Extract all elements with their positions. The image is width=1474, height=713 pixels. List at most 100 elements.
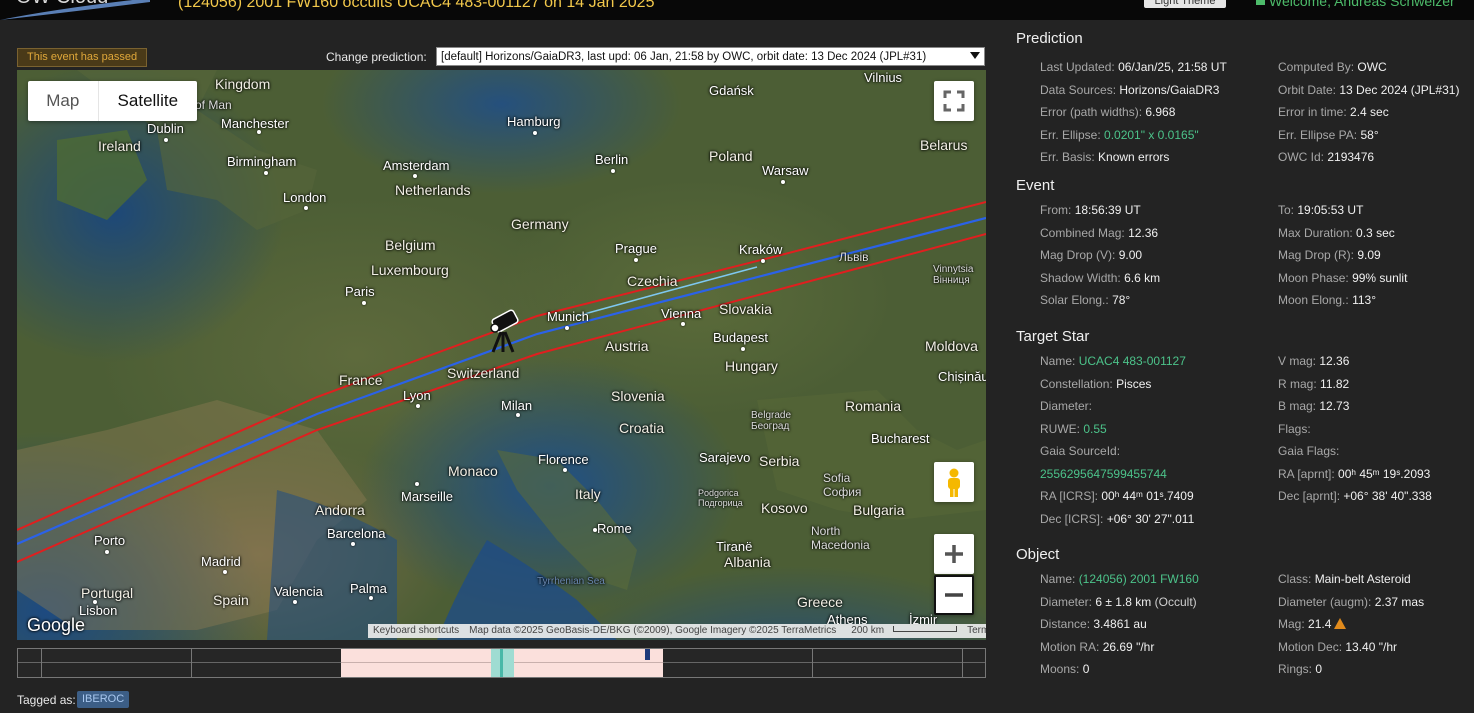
place-label: Belarus [920, 137, 968, 153]
prediction-select-value: [default] Horizons/GaiaDR3, last upd: 06… [441, 51, 927, 63]
light-theme-button[interactable]: Light Theme [1144, 0, 1226, 8]
place-label: Valencia [274, 584, 323, 599]
terms-link[interactable]: Terms [962, 624, 986, 638]
city-dot [223, 570, 227, 574]
ra-icrs: RA [ICRS]: 00ʰ 44ᵐ 01ˢ.7409 [1040, 489, 1194, 503]
place-label: Albania [724, 554, 771, 570]
timeline-tick [41, 649, 42, 677]
city-dot [415, 482, 419, 486]
place-label: Chișinău [938, 369, 986, 384]
owc-id: OWC Id: 2193476 [1278, 150, 1375, 164]
dec-icrs: Dec [ICRS]: +06° 30' 27".011 [1040, 512, 1195, 526]
map-attribution: Keyboard shortcuts Map data ©2025 GeoBas… [368, 624, 986, 638]
city-dot [563, 468, 567, 472]
map-data-attribution: Map data ©2025 GeoBasis-DE/BKG (©2009), … [469, 625, 837, 636]
place-label: Bulgaria [853, 502, 905, 518]
city-dot [257, 130, 261, 134]
map-scale-label: 200 km [851, 625, 885, 636]
star-r-mag: R mag: 11.82 [1278, 377, 1350, 391]
place-label: Greece [797, 594, 843, 610]
city-dot [593, 528, 597, 532]
star-name: Name: UCAC4 483-001127 [1040, 354, 1186, 368]
place-label: Hungary [725, 358, 778, 374]
tagged-as-label: Tagged as: [17, 693, 76, 707]
place-label: Kosovo [761, 500, 808, 516]
object-distance: Distance: 3.4861 au [1040, 617, 1147, 631]
place-label: Vienna [661, 306, 702, 321]
dec-aprnt: Dec [aprnt]: +06° 38' 40".338 [1278, 489, 1432, 503]
city-dot [413, 174, 417, 178]
place-label: Warsaw [762, 163, 809, 178]
place-label: Prague [615, 241, 657, 256]
place-label: Czechia [627, 273, 678, 289]
place-label: Bucharest [871, 431, 930, 446]
err-basis: Err. Basis: Known errors [1040, 150, 1170, 164]
motion-ra: Motion RA: 26.69 "/hr [1040, 640, 1155, 654]
place-label: Serbia [759, 453, 800, 469]
object-diameter-augm: Diameter (augm): 2.37 mas [1278, 595, 1425, 609]
warning-icon[interactable] [1334, 618, 1347, 629]
pegman-icon [948, 468, 960, 497]
last-updated: Last Updated: 06/Jan/25, 21:58 UT [1040, 60, 1227, 74]
timeline-tick [962, 649, 963, 677]
star-v-mag: V mag: 12.36 [1278, 354, 1350, 368]
section-title: Event [1016, 177, 1055, 194]
plus-icon [945, 545, 963, 563]
timeline-cursor[interactable] [645, 649, 650, 660]
logo-text: OW Cloud [16, 0, 108, 9]
place-label: Gdańsk [709, 83, 754, 98]
city-dot [516, 413, 520, 417]
computed-by: Computed By: OWC [1278, 60, 1387, 74]
zoom-in-button[interactable] [934, 534, 974, 574]
gaia-source-id-label: Gaia SourceId: [1040, 444, 1121, 458]
place-label: Austria [605, 338, 649, 354]
city-dot [351, 542, 355, 546]
place-label: Slovenia [611, 388, 665, 404]
tag-badge[interactable]: IBEROC [77, 691, 130, 708]
zoom-out-button[interactable] [934, 575, 974, 615]
combined-mag: Combined Mag: 12.36 [1040, 226, 1159, 240]
owc-logo[interactable]: OW Cloud [0, 0, 150, 20]
place-label: of Man [195, 98, 232, 112]
place-label: London [283, 190, 327, 205]
place-label: Rome [597, 521, 632, 536]
city-dot [565, 326, 569, 330]
solar-elong: Solar Elong.: 78° [1040, 293, 1131, 307]
place-label: North Macedonia [811, 524, 870, 552]
place-label: Luxembourg [371, 262, 449, 278]
telescope-icon[interactable] [483, 306, 525, 354]
section-title: Target Star [1016, 328, 1090, 345]
place-label: Germany [511, 216, 569, 232]
street-view-pegman-button[interactable] [934, 462, 974, 502]
city-dot [105, 550, 109, 554]
object-name: Name: (124056) 2001 FW160 [1040, 572, 1199, 586]
welcome-user[interactable]: Welcome, Andreas Schweizer [1256, 0, 1455, 9]
chevron-down-icon [970, 52, 980, 59]
prediction-select[interactable]: [default] Horizons/GaiaDR3, last upd: 06… [436, 47, 985, 66]
google-logo[interactable]: Google [27, 615, 85, 636]
map-type-map-button[interactable]: Map [28, 81, 99, 121]
map-type-satellite-button[interactable]: Satellite [99, 81, 197, 121]
star-ruwe: RUWE: 0.55 [1040, 422, 1107, 436]
user-status-icon [1256, 0, 1265, 5]
keyboard-shortcuts-link[interactable]: Keyboard shortcuts [368, 624, 464, 638]
fullscreen-button[interactable] [934, 81, 974, 121]
place-label: Paris [345, 284, 375, 299]
city-dot [369, 596, 373, 600]
map-geography [17, 70, 986, 640]
place-label: Spain [213, 592, 249, 608]
map-scale[interactable]: 200 km [841, 624, 962, 638]
object-rings: Rings: 0 [1278, 662, 1323, 676]
place-label: Tiranë [716, 539, 753, 554]
event-timeline[interactable] [17, 648, 986, 678]
place-label: Milan [501, 398, 533, 413]
place-label: Lyon [403, 388, 431, 403]
star-flags: Flags: [1278, 422, 1311, 436]
map-view[interactable]: Kingdom of Man Dublin Manchester Ireland… [17, 70, 986, 640]
city-dot [293, 600, 297, 604]
city-dot [611, 169, 615, 173]
timeline-tick [191, 649, 192, 677]
place-label: Madrid [201, 554, 241, 569]
err-ellipse: Err. Ellipse: 0.0201" x 0.0165" [1040, 128, 1199, 142]
fullscreen-icon [943, 90, 965, 112]
